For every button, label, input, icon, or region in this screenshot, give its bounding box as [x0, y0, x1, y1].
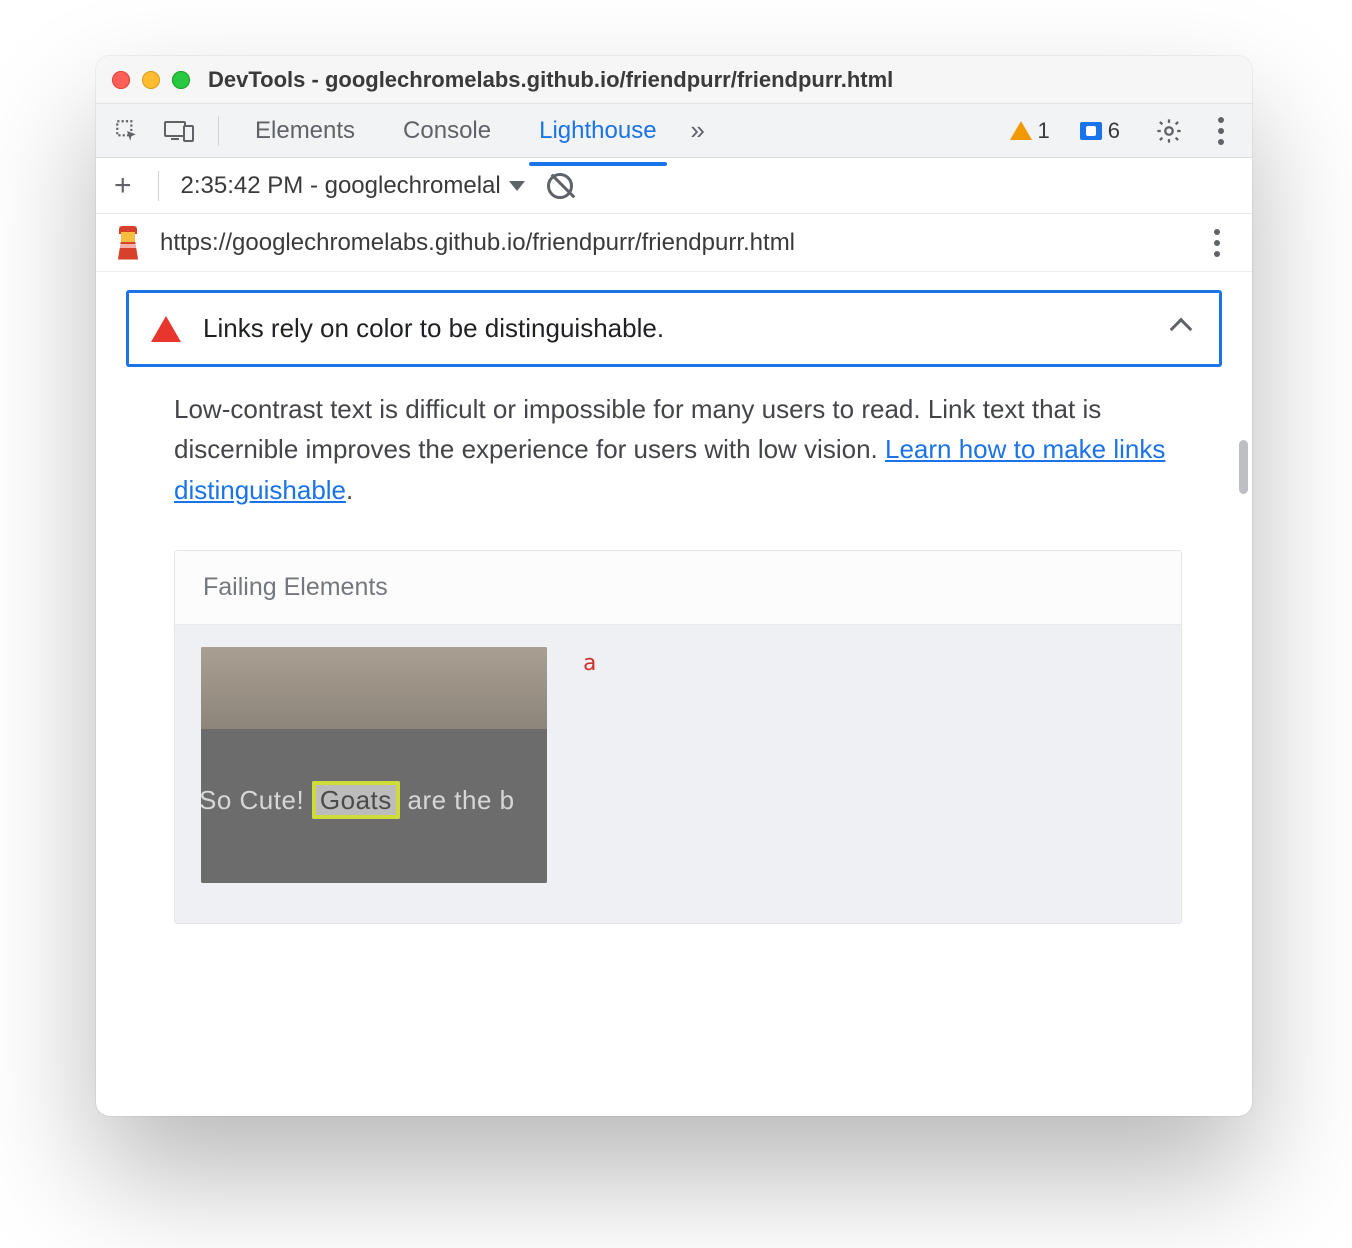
device-toolbar-icon[interactable] [162, 114, 196, 148]
audit-desc-tail: . [346, 475, 353, 505]
window-title: DevTools - googlechromelabs.github.io/fr… [208, 67, 893, 93]
more-tabs-icon[interactable]: » [681, 114, 715, 148]
zoom-window-button[interactable] [172, 71, 190, 89]
clear-report-icon[interactable] [543, 169, 577, 203]
report-select-label: 2:35:42 PM - googlechromelal [181, 172, 501, 200]
chevron-up-icon [1170, 317, 1193, 340]
devtools-window: DevTools - googlechromelabs.github.io/fr… [96, 56, 1252, 1116]
panel-tabs: Elements Console Lighthouse [241, 107, 663, 155]
tab-elements[interactable]: Elements [249, 107, 361, 155]
new-report-button[interactable]: + [110, 171, 136, 201]
report-toolbar: + 2:35:42 PM - googlechromelal [96, 158, 1252, 214]
element-screenshot[interactable]: So Cute! Goats are the b [201, 647, 547, 883]
audit-description: Low-contrast text is difficult or imposs… [174, 389, 1182, 510]
report-content: Links rely on color to be distinguishabl… [96, 272, 1252, 1116]
minimize-window-button[interactable] [142, 71, 160, 89]
scrollbar-thumb[interactable] [1239, 440, 1248, 494]
titlebar: DevTools - googlechromelabs.github.io/fr… [96, 56, 1252, 104]
kebab-menu-icon[interactable] [1204, 114, 1238, 148]
report-url-row: https://googlechromelabs.github.io/frien… [96, 214, 1252, 272]
warnings-count: 1 [1038, 118, 1050, 144]
element-tag: a [583, 647, 596, 676]
report-menu-icon[interactable] [1200, 226, 1234, 260]
inspect-element-icon[interactable] [110, 114, 144, 148]
failing-elements-panel: Failing Elements So Cute! Goats are the … [174, 550, 1182, 924]
tab-console[interactable]: Console [397, 107, 497, 155]
thumb-highlight: Goats [312, 781, 400, 819]
tab-lighthouse[interactable]: Lighthouse [533, 107, 662, 155]
settings-icon[interactable] [1152, 114, 1186, 148]
message-icon [1080, 122, 1102, 140]
report-url: https://googlechromelabs.github.io/frien… [160, 229, 1182, 257]
messages-count: 6 [1108, 118, 1120, 144]
failing-elements-body: So Cute! Goats are the b a [175, 625, 1181, 923]
panel-tabstrip: Elements Console Lighthouse » 1 6 [96, 104, 1252, 158]
thumb-text-after: are the b [400, 785, 515, 815]
thumb-text-before: So Cute! [201, 785, 312, 815]
report-select[interactable]: 2:35:42 PM - googlechromelal [181, 172, 525, 200]
warnings-counter[interactable]: 1 [1010, 118, 1050, 144]
fail-icon [151, 316, 181, 342]
close-window-button[interactable] [112, 71, 130, 89]
failing-elements-header: Failing Elements [175, 551, 1181, 625]
divider [158, 171, 159, 201]
audit-title: Links rely on color to be distinguishabl… [203, 313, 1151, 344]
window-controls [112, 71, 190, 89]
warning-icon [1010, 121, 1032, 140]
audit-item[interactable]: Links rely on color to be distinguishabl… [126, 290, 1222, 367]
divider [218, 116, 219, 146]
messages-counter[interactable]: 6 [1080, 118, 1120, 144]
chevron-down-icon [509, 181, 525, 191]
lighthouse-icon [114, 226, 142, 260]
